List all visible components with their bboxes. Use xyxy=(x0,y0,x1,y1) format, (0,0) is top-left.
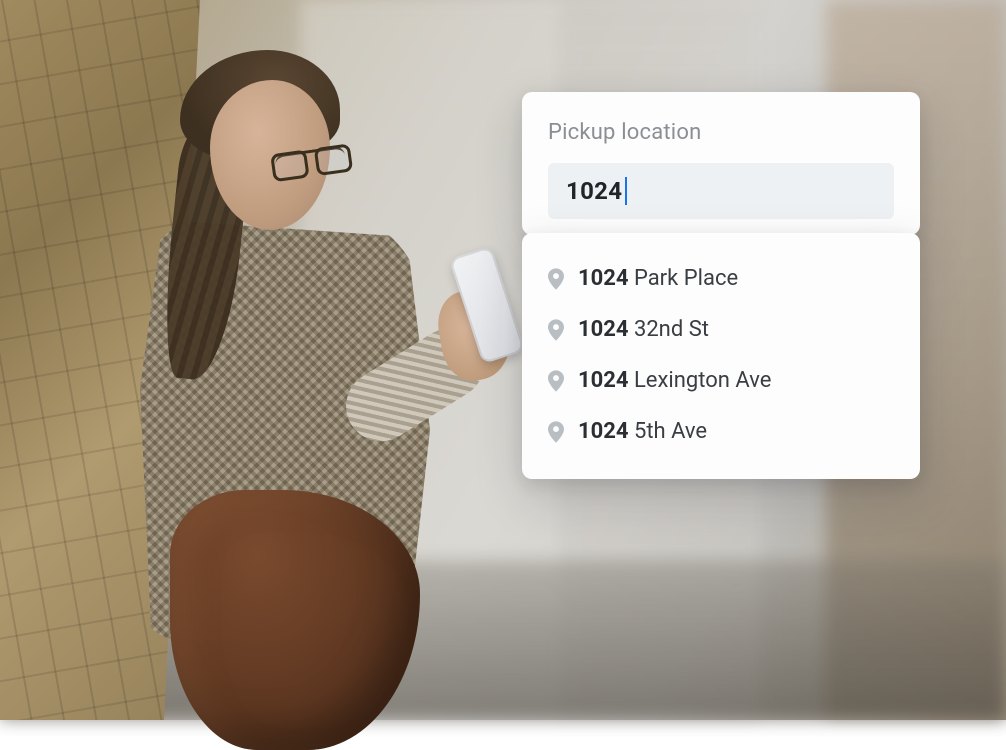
suggestion-item[interactable]: 1024 5th Ave xyxy=(548,406,894,457)
suggestion-text: 1024 Lexington Ave xyxy=(578,368,771,393)
autocomplete-suggestions: 1024 Park Place 1024 32nd St 1024 Lexing… xyxy=(522,233,920,479)
suggestion-text: 1024 5th Ave xyxy=(578,419,707,444)
person-illustration xyxy=(70,60,470,720)
suggestion-item[interactable]: 1024 32nd St xyxy=(548,304,894,355)
text-cursor xyxy=(625,177,627,205)
location-pin-icon xyxy=(548,370,564,392)
suggestion-item[interactable]: 1024 Park Place xyxy=(548,253,894,304)
scene-background: Pickup location 1024 1024 Park Place 102… xyxy=(0,0,1006,720)
suggestion-text: 1024 32nd St xyxy=(578,317,709,342)
location-pin-icon xyxy=(548,319,564,341)
pickup-location-label: Pickup location xyxy=(548,120,894,145)
pickup-location-card: Pickup location 1024 xyxy=(522,92,920,235)
pickup-location-input[interactable]: 1024 xyxy=(548,163,894,219)
suggestion-text: 1024 Park Place xyxy=(578,266,738,291)
location-pin-icon xyxy=(548,268,564,290)
suggestion-item[interactable]: 1024 Lexington Ave xyxy=(548,355,894,406)
bag-illustration xyxy=(170,490,420,750)
location-pin-icon xyxy=(548,421,564,443)
pickup-location-input-value: 1024 xyxy=(566,177,622,205)
